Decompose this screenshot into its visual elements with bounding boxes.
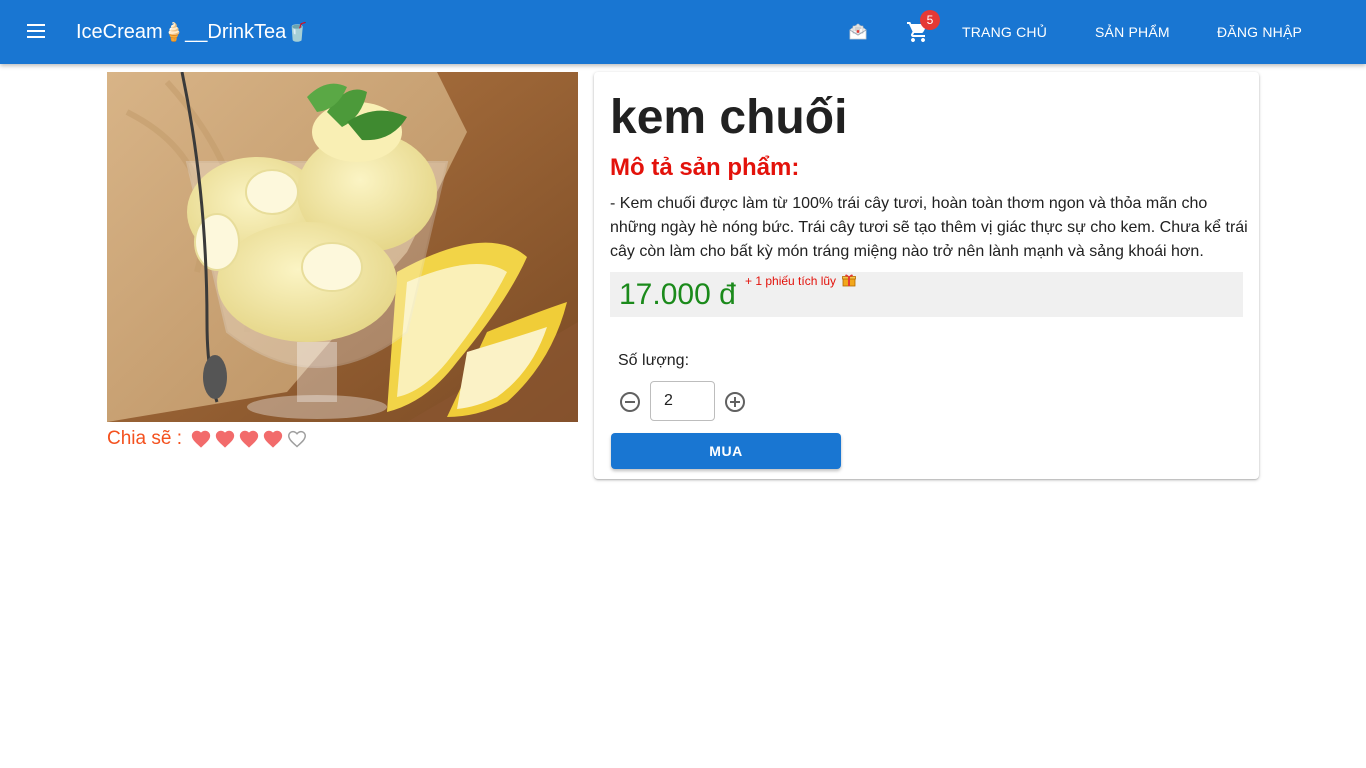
brand-title[interactable]: IceCream🍦__DrinkTea🥤: [76, 20, 309, 44]
heart-icon[interactable]: [238, 428, 260, 450]
quantity-input[interactable]: [650, 381, 715, 421]
hamburger-menu-icon[interactable]: [24, 20, 48, 44]
heart-icon[interactable]: [190, 428, 212, 450]
cart-count-badge: 5: [920, 10, 940, 30]
heart-icon[interactable]: [262, 428, 284, 450]
share-label: Chia sẽ :: [107, 428, 182, 449]
buy-button[interactable]: MUA: [611, 433, 841, 469]
nav-login-link[interactable]: ĐĂNG NHẬP: [1217, 24, 1302, 40]
loyalty-bonus: + 1 phiếu tích lũy: [745, 273, 857, 288]
drink-cup-icon: 🥤: [286, 22, 309, 42]
brand-prefix: IceCream: [76, 21, 163, 43]
gift-icon: [842, 274, 857, 287]
product-image: [107, 72, 578, 422]
product-price: 17.000 đ: [619, 278, 736, 311]
minus-circle-icon[interactable]: [618, 390, 642, 414]
quantity-label: Số lượng:: [618, 352, 690, 369]
product-description: - Kem chuối được làm từ 100% trái cây tư…: [610, 195, 1248, 260]
description-heading: Mô tả sản phẩm:: [610, 154, 800, 181]
share-rating: Chia sẽ :: [107, 427, 310, 451]
product-title: kem chuối: [610, 91, 848, 144]
nav-home-link[interactable]: TRANG CHỦ: [962, 24, 1047, 40]
product-detail-card: kem chuối Mô tả sản phẩm: - Kem chuối đư…: [594, 72, 1259, 479]
nav-products-link[interactable]: SẢN PHẨM: [1095, 24, 1170, 40]
loyalty-bonus-text: + 1 phiếu tích lũy: [745, 274, 837, 288]
envelope-icon[interactable]: [848, 22, 868, 42]
app-bar: IceCream🍦__DrinkTea🥤 5 TRANG CHỦ SẢN PHẨ…: [0, 0, 1366, 64]
heart-icon[interactable]: [214, 428, 236, 450]
plus-circle-icon[interactable]: [723, 390, 747, 414]
brand-middle: __DrinkTea: [185, 21, 287, 43]
price-box: 17.000 đ + 1 phiếu tích lũy: [610, 272, 1243, 317]
heart-outline-icon[interactable]: [286, 428, 308, 450]
ice-cream-icon: 🍦: [162, 22, 186, 42]
